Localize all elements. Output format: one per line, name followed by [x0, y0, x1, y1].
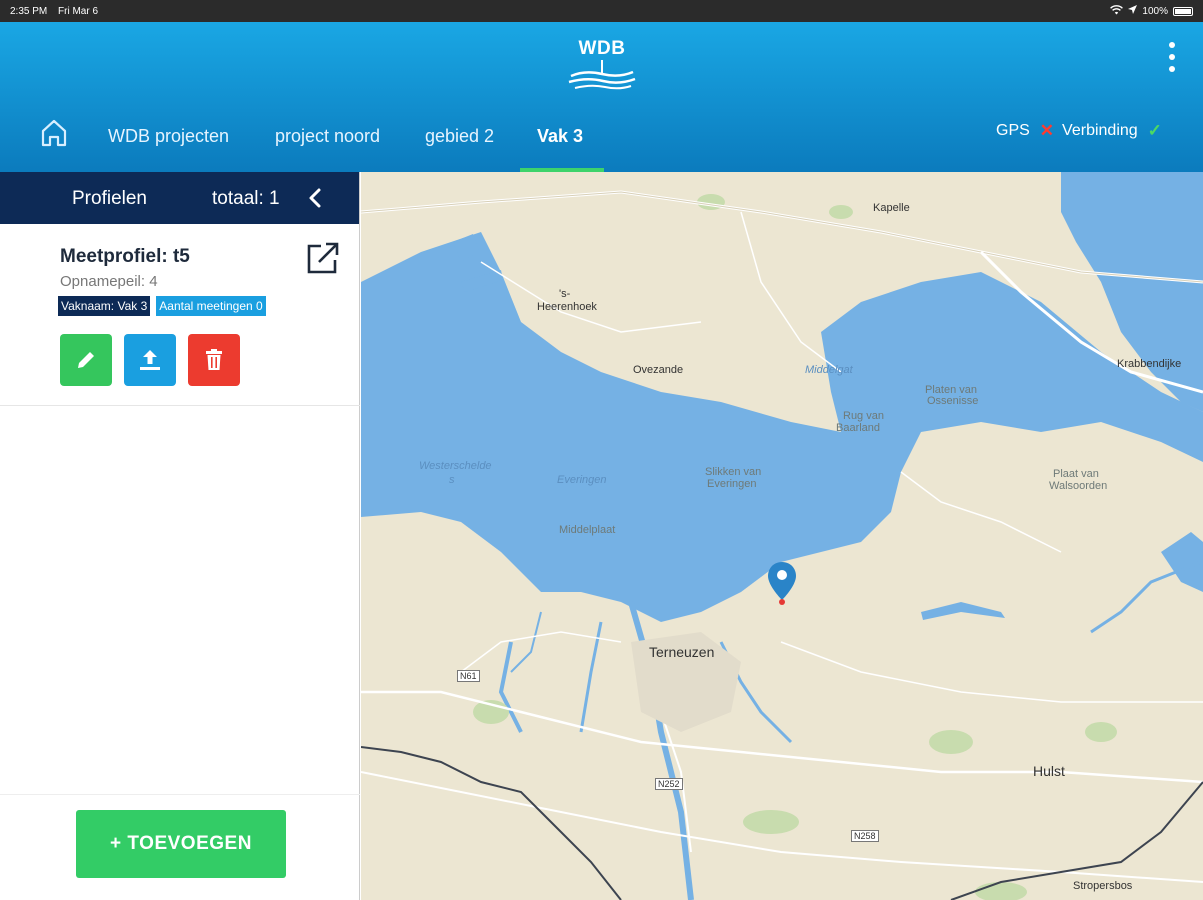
profile-actions	[60, 334, 240, 386]
map-label-middelplaat: Middelplaat	[559, 524, 616, 536]
home-icon[interactable]	[40, 118, 68, 153]
breadcrumb-section[interactable]: Vak 3	[537, 126, 583, 147]
map-view[interactable]: Kapelle 's- Heerenhoek Ovezande Krabbend…	[361, 172, 1203, 900]
map-canvas	[361, 172, 1203, 900]
connection-label: Verbinding	[1062, 122, 1138, 139]
gps-off-icon: ✕	[1039, 121, 1055, 140]
road-label-n252: N252	[655, 778, 683, 790]
delete-button[interactable]	[188, 334, 240, 386]
profiles-title: Profielen	[72, 188, 147, 209]
map-label-plaat-1: Plaat van	[1053, 468, 1099, 480]
connection-status: GPS ✕ Verbinding ✓	[996, 121, 1162, 141]
profiles-header: Profielen totaal: 1	[0, 172, 359, 224]
profile-card[interactable]: Meetprofiel: t5 Opnamepeil: 4 Vaknaam: V…	[0, 224, 360, 406]
overflow-menu-icon[interactable]	[1160, 40, 1184, 74]
profile-badges: Vaknaam: Vak 3 Aantal meetingen 0	[58, 296, 266, 316]
road-label-n258: N258	[851, 830, 879, 842]
logo-text: WDB	[578, 38, 626, 59]
connection-ok-icon: ✓	[1147, 121, 1162, 140]
clock-date: Fri Mar 6	[58, 5, 99, 17]
breadcrumb: WDB projecten project noord gebied 2 Vak…	[0, 112, 1203, 172]
map-label-hulst: Hulst	[1033, 763, 1065, 779]
collapse-chevron-icon[interactable]	[306, 186, 326, 216]
section-badge: Vaknaam: Vak 3	[58, 296, 151, 316]
open-external-icon[interactable]	[305, 240, 341, 281]
map-label-kapelle: Kapelle	[873, 202, 910, 214]
wifi-icon	[1110, 4, 1124, 18]
edit-button[interactable]	[60, 334, 112, 386]
profile-title: Meetprofiel: t5	[60, 246, 190, 267]
profiles-total: totaal: 1	[212, 188, 280, 209]
map-label-platen-2: Ossenisse	[927, 395, 979, 407]
map-label-plaat-2: Walsoorden	[1049, 480, 1108, 492]
footer-divider	[0, 794, 360, 795]
system-status-bar: 2:35 PM Fri Mar 6 100%	[0, 0, 1203, 22]
battery-percent: 100%	[1142, 5, 1168, 17]
map-label-stropersbos: Stropersbos	[1073, 880, 1133, 892]
map-label-krabbendijke: Krabbendijke	[1117, 358, 1182, 370]
add-profile-button[interactable]: + TOEVOEGEN	[76, 810, 286, 878]
map-label-heerenhoek-1: 's-	[559, 288, 571, 300]
logo-waves-icon	[568, 60, 636, 90]
map-label-rug-2: Baarland	[836, 422, 881, 434]
upload-icon	[140, 350, 160, 370]
pencil-icon	[78, 352, 94, 368]
map-label-rug-1: Rug van	[843, 410, 884, 422]
map-label-terneuzen: Terneuzen	[649, 644, 715, 660]
map-label-westerschelde-2: s	[449, 474, 455, 486]
map-label-slikken-1: Slikken van	[705, 466, 762, 478]
map-label-everingen: Everingen	[557, 474, 607, 486]
map-label-slikken-2: Everingen	[707, 478, 757, 490]
breadcrumb-project[interactable]: project noord	[275, 126, 380, 147]
map-label-middelgat: Middelgat	[805, 364, 853, 376]
breadcrumb-projects[interactable]: WDB projecten	[108, 126, 229, 147]
map-label-westerschelde-1: Westerschelde	[419, 460, 492, 472]
app-header: WDB WDB projecten project noord gebied 2…	[0, 22, 1203, 172]
app-logo: WDB	[565, 38, 639, 98]
road-label-n61: N61	[457, 670, 480, 682]
clock-time: 2:35 PM	[10, 5, 48, 17]
battery-icon	[1173, 6, 1193, 16]
gps-label: GPS	[996, 122, 1030, 139]
measurements-badge: Aantal meetingen 0	[156, 296, 266, 316]
trash-icon	[206, 349, 222, 370]
location-arrow-icon	[1128, 5, 1138, 17]
profile-level: Opnamepeil: 4	[60, 273, 158, 290]
map-label-heerenhoek-2: Heerenhoek	[537, 301, 597, 313]
upload-button[interactable]	[124, 334, 176, 386]
app-root: 2:35 PM Fri Mar 6 100% WDB WDB projecten…	[0, 0, 1203, 900]
map-label-ovezande: Ovezande	[633, 364, 684, 376]
breadcrumb-area[interactable]: gebied 2	[425, 126, 494, 147]
profiles-panel: Profielen totaal: 1 Meetprofiel: t5 Opna…	[0, 172, 360, 900]
